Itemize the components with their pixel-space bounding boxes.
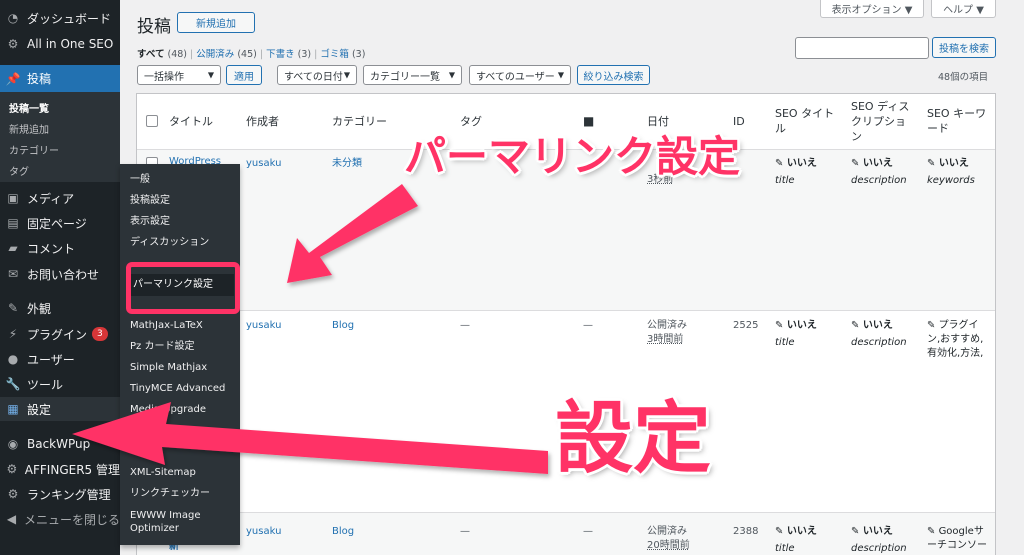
arrow-to-permalink	[287, 184, 418, 283]
annotation-permalink-label: パーマリンク設定	[404, 132, 741, 181]
screen: ◔ ダッシュボード ⚙ All in One SEO 📌 投稿 投稿一覧 新規追…	[0, 0, 1024, 555]
annotation-arrows	[72, 184, 548, 474]
annotation-settings-label: 設定	[555, 394, 712, 484]
arrow-to-settings	[72, 402, 548, 474]
